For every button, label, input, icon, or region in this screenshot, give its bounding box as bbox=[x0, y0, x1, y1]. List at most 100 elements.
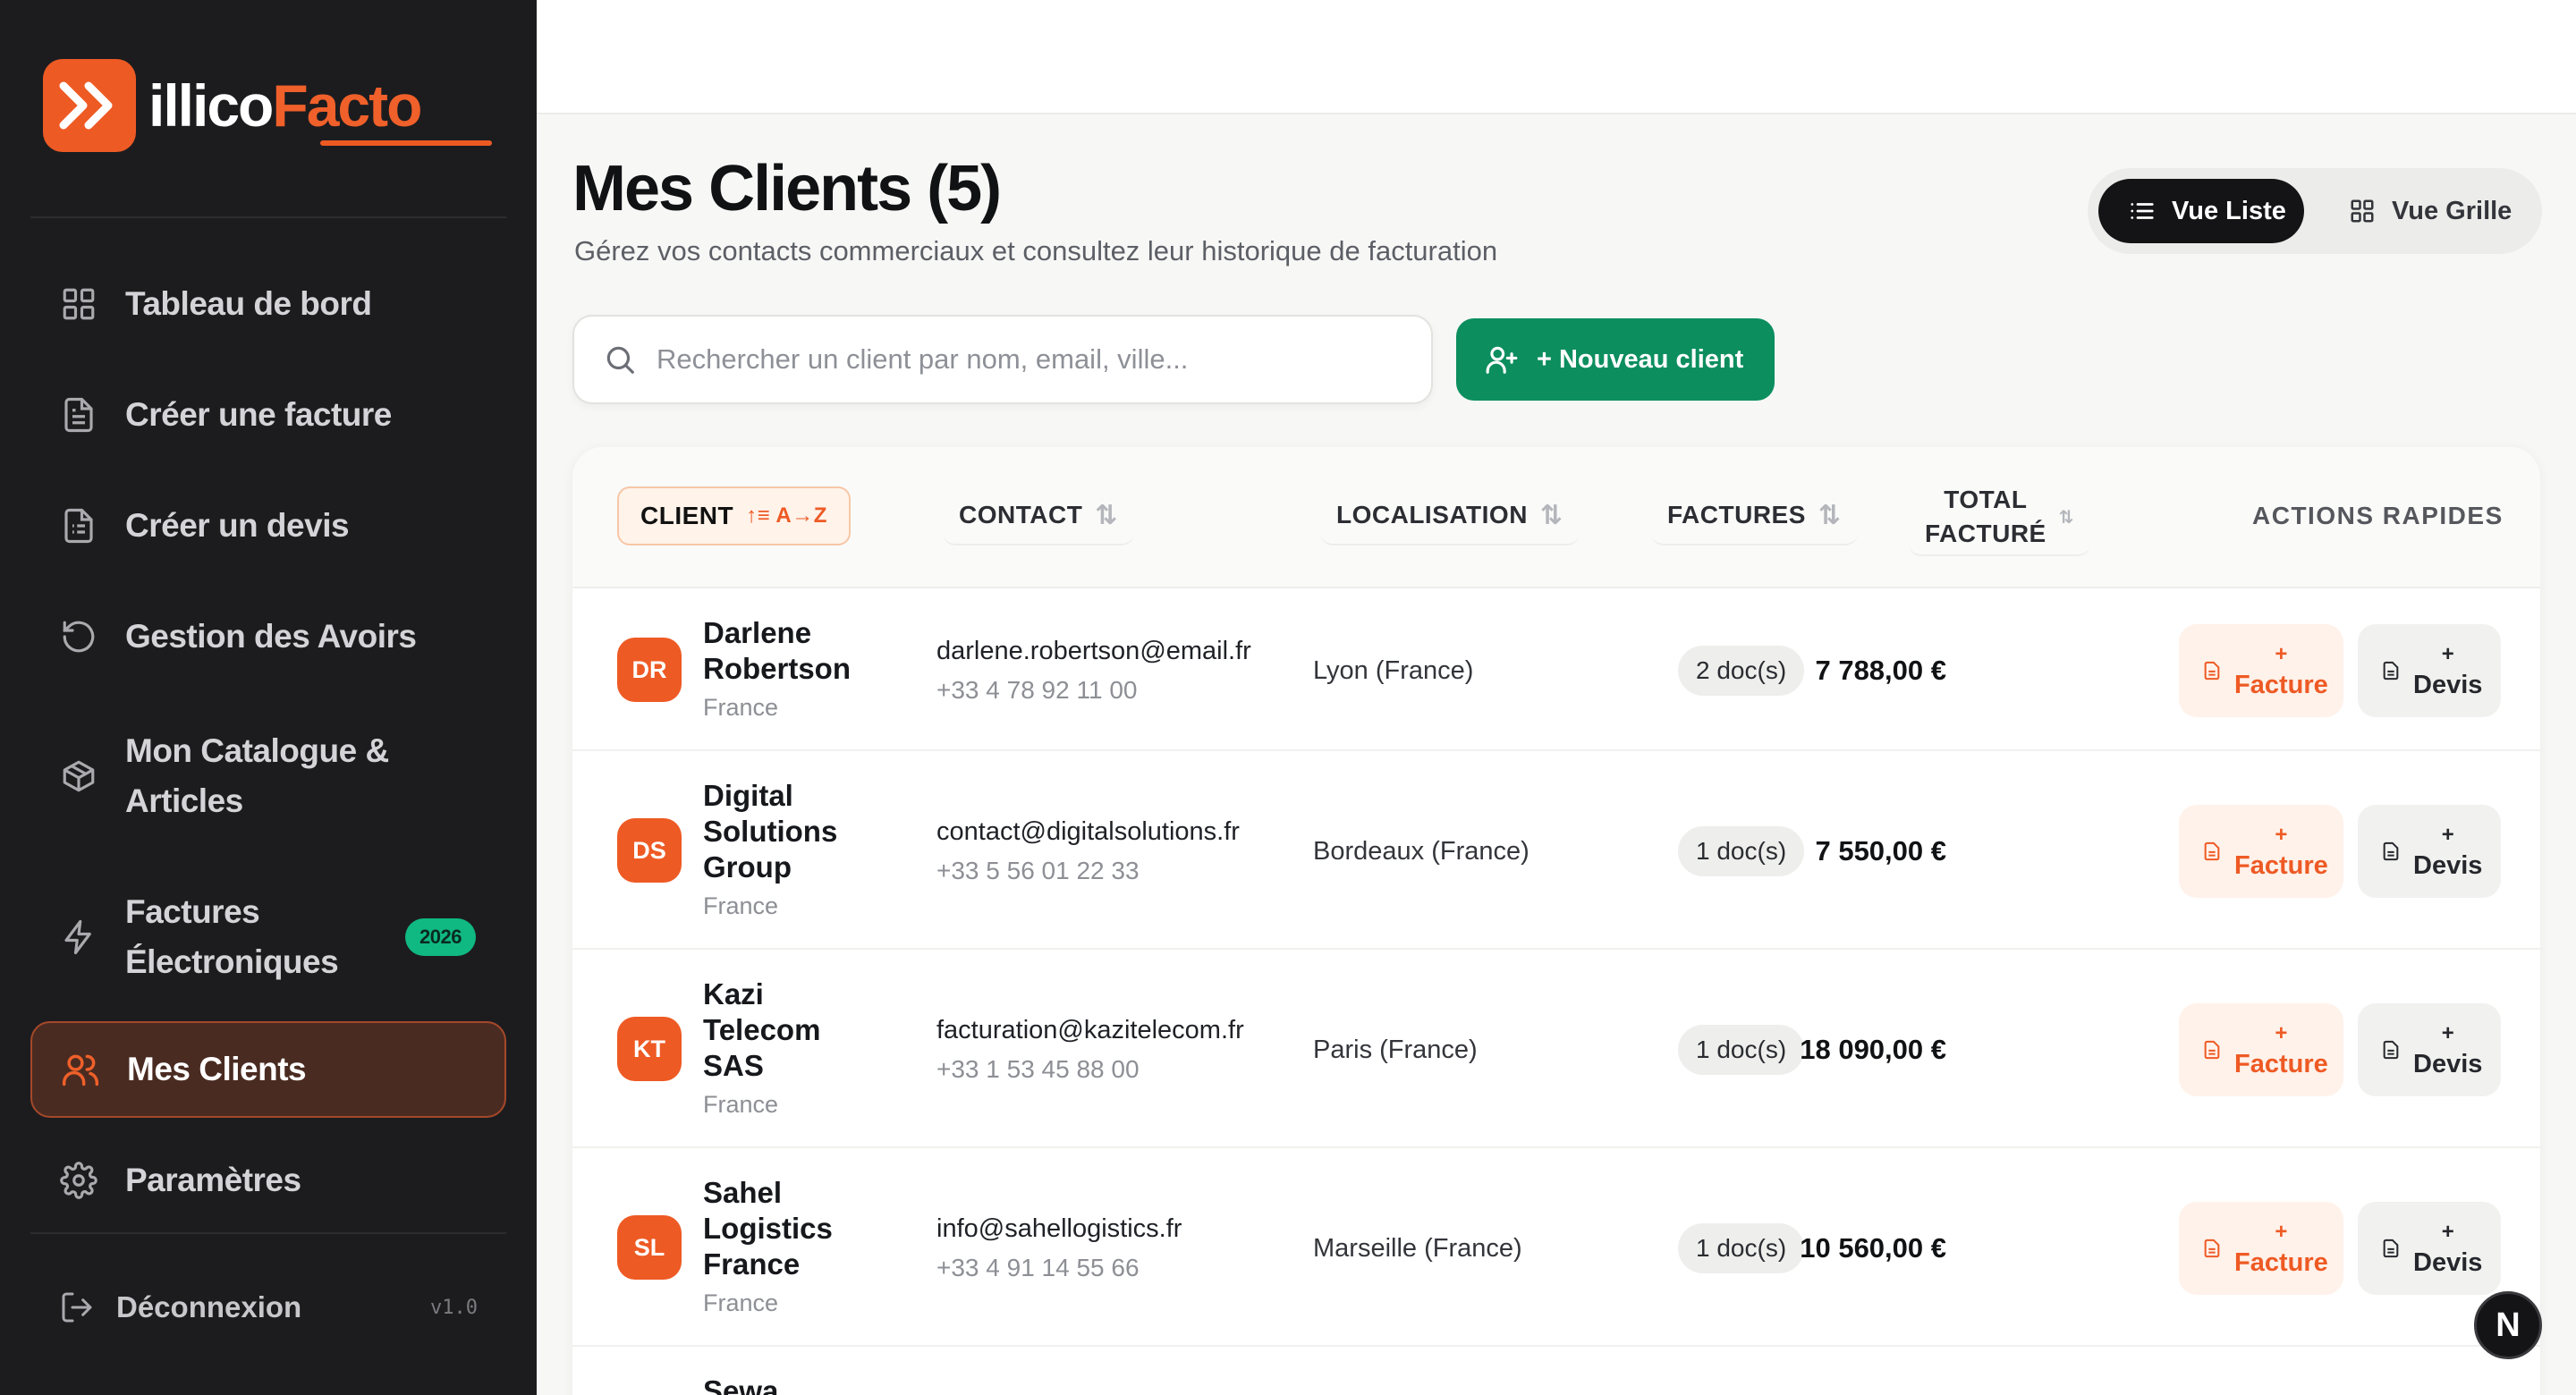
client-name[interactable]: Kazi Telecom SAS bbox=[703, 976, 873, 1084]
column-header-actions: ACTIONS RAPIDES bbox=[2252, 486, 2504, 545]
table-row[interactable]: DR Darlene Robertson France darlene.rober… bbox=[572, 588, 2540, 751]
grid-icon bbox=[2351, 199, 2374, 223]
client-name-line: Telecom bbox=[703, 1013, 821, 1046]
invoice-doc-icon bbox=[2202, 1239, 2222, 1258]
column-header-label: TOTAL FACTURÉ bbox=[1925, 483, 2046, 551]
client-name[interactable]: Sahel Logistics France bbox=[703, 1175, 873, 1282]
client-total: 7 550,00 € bbox=[1815, 835, 1946, 867]
column-header-label-line2: FACTURÉ bbox=[1925, 520, 2046, 547]
assistant-badge[interactable]: N bbox=[2474, 1291, 2542, 1359]
invoice-count-badge: 2 doc(s) bbox=[1678, 646, 1805, 696]
search-input[interactable] bbox=[657, 343, 1390, 376]
client-name[interactable]: Darlene Robertson bbox=[703, 615, 873, 687]
client-location: Lyon (France) bbox=[1313, 656, 1474, 685]
brand-name: illicoFacto bbox=[148, 76, 422, 135]
new-invoice-button[interactable]: + Facture bbox=[2179, 805, 2343, 898]
column-header-label: CLIENT bbox=[640, 502, 734, 529]
client-country: France bbox=[703, 892, 779, 919]
rotate-ccw-icon bbox=[59, 617, 98, 656]
brand-logo[interactable]: illicoFacto bbox=[43, 59, 422, 152]
invoice-count-badge: 1 doc(s) bbox=[1678, 1025, 1805, 1075]
sidebar-item-credit-notes[interactable]: Gestion des Avoirs bbox=[30, 612, 506, 662]
sort-icon: ⇅ bbox=[2058, 507, 2074, 528]
grid-icon bbox=[59, 284, 98, 324]
plus-label: + bbox=[2441, 1020, 2454, 1045]
list-icon bbox=[2131, 203, 2154, 219]
gear-icon bbox=[59, 1161, 98, 1200]
column-header-label: LOCALISATION bbox=[1336, 501, 1528, 528]
sidebar-item-label-line2: Électroniques bbox=[125, 943, 339, 980]
sidebar-item-label-line2: Articles bbox=[125, 782, 243, 819]
sidebar-item-label-line1: Factures bbox=[125, 893, 260, 930]
avatar: KT bbox=[617, 1017, 682, 1081]
new-quote-button[interactable]: + Devis bbox=[2358, 1003, 2501, 1096]
invoice-count-badge: 1 doc(s) bbox=[1678, 826, 1805, 876]
new-quote-button[interactable]: + Devis bbox=[2358, 1202, 2501, 1295]
logout-button[interactable]: Déconnexion v1.0 bbox=[30, 1281, 506, 1334]
page-title: Mes Clients (5) bbox=[572, 153, 1002, 224]
sidebar-item-label: Paramètres bbox=[125, 1162, 301, 1198]
view-list-label: Vue Liste bbox=[2172, 196, 2286, 225]
quote-doc-icon bbox=[2381, 1040, 2401, 1060]
client-name[interactable]: Sewa bbox=[703, 1374, 873, 1395]
client-location: Paris (France) bbox=[1313, 1036, 1478, 1064]
sidebar: illicoFacto Tableau de bord Créer une fa… bbox=[0, 0, 537, 1395]
new-invoice-button[interactable]: + Facture bbox=[2179, 1202, 2343, 1295]
sidebar-item-create-quote[interactable]: Créer un devis bbox=[30, 501, 506, 551]
client-name-line: SAS bbox=[703, 1049, 764, 1082]
table-row[interactable]: Sewa bbox=[572, 1347, 2540, 1395]
client-location: Marseille (France) bbox=[1313, 1234, 1522, 1263]
sidebar-item-label: Factures Électroniques bbox=[125, 887, 339, 987]
sidebar-item-e-invoices[interactable]: Factures Électroniques 2026 bbox=[30, 884, 506, 991]
table-row[interactable]: DS Digital Solutions Group France contact@… bbox=[572, 751, 2540, 950]
table-row[interactable]: KT Kazi Telecom SAS France facturation@kaz… bbox=[572, 950, 2540, 1148]
view-grid-button[interactable]: Vue Grille bbox=[2327, 179, 2533, 243]
client-email[interactable]: facturation@kazitelecom.fr bbox=[936, 1016, 1244, 1045]
plus-label: + bbox=[2275, 1219, 2288, 1244]
column-header-contact[interactable]: CONTACT ⇅ bbox=[943, 486, 1134, 545]
client-phone: +33 4 91 14 55 66 bbox=[936, 1254, 1140, 1281]
column-header-client[interactable]: CLIENT ↑≡ A→Z bbox=[617, 486, 851, 545]
new-client-button[interactable]: + Nouveau client bbox=[1456, 318, 1775, 401]
new-invoice-label: Facture bbox=[2234, 1247, 2328, 1277]
new-quote-button[interactable]: + Devis bbox=[2358, 624, 2501, 717]
invoice-doc-icon bbox=[2202, 661, 2222, 681]
client-email[interactable]: contact@digitalsolutions.fr bbox=[936, 817, 1240, 847]
logout-label: Déconnexion bbox=[116, 1290, 302, 1323]
sidebar-item-create-invoice[interactable]: Créer une facture bbox=[30, 390, 506, 440]
table-row[interactable]: SL Sahel Logistics France France info@sahe… bbox=[572, 1148, 2540, 1347]
client-email[interactable]: darlene.robertson@email.fr bbox=[936, 637, 1251, 666]
view-toggle: Vue Liste Vue Grille bbox=[2088, 168, 2542, 254]
new-quote-button[interactable]: + Devis bbox=[2358, 805, 2501, 898]
avatar: DR bbox=[617, 638, 682, 702]
client-phone: +33 1 53 45 88 00 bbox=[936, 1055, 1140, 1083]
view-list-button[interactable]: Vue Liste bbox=[2098, 179, 2304, 243]
new-quote-label: Devis bbox=[2413, 1049, 2483, 1078]
quote-doc-icon bbox=[2381, 661, 2401, 681]
client-name[interactable]: Digital Solutions Group bbox=[703, 778, 873, 885]
client-name-line: Darlene bbox=[703, 616, 812, 649]
sidebar-item-settings[interactable]: Paramètres bbox=[30, 1155, 506, 1205]
sidebar-item-clients[interactable]: Mes Clients bbox=[30, 1021, 506, 1118]
sort-icon: ⇅ bbox=[1818, 500, 1842, 530]
column-header-location[interactable]: LOCALISATION ⇅ bbox=[1320, 486, 1580, 545]
box-icon bbox=[59, 757, 98, 796]
search-box bbox=[572, 315, 1433, 404]
sidebar-divider bbox=[30, 1232, 506, 1234]
top-bar bbox=[537, 0, 2576, 114]
new-quote-label: Devis bbox=[2413, 670, 2483, 699]
client-name-line: Kazi bbox=[703, 977, 764, 1010]
client-email[interactable]: info@sahellogistics.fr bbox=[936, 1214, 1182, 1244]
sidebar-item-label: Mon Catalogue & Articles bbox=[125, 726, 389, 826]
sidebar-item-catalogue[interactable]: Mon Catalogue & Articles bbox=[30, 723, 506, 830]
new-quote-label: Devis bbox=[2413, 1247, 2483, 1277]
sort-icon: ⇅ bbox=[1539, 500, 1563, 530]
sidebar-item-label: Tableau de bord bbox=[125, 285, 372, 322]
new-invoice-button[interactable]: + Facture bbox=[2179, 624, 2343, 717]
column-header-total[interactable]: TOTAL FACTURÉ ⇅ bbox=[1909, 479, 2090, 556]
column-header-invoices[interactable]: FACTURES ⇅ bbox=[1651, 486, 1858, 545]
new-invoice-button[interactable]: + Facture bbox=[2179, 1003, 2343, 1096]
sidebar-item-dashboard[interactable]: Tableau de bord bbox=[30, 279, 506, 329]
client-name-line: Group bbox=[703, 850, 792, 884]
logout-icon bbox=[59, 1289, 95, 1325]
